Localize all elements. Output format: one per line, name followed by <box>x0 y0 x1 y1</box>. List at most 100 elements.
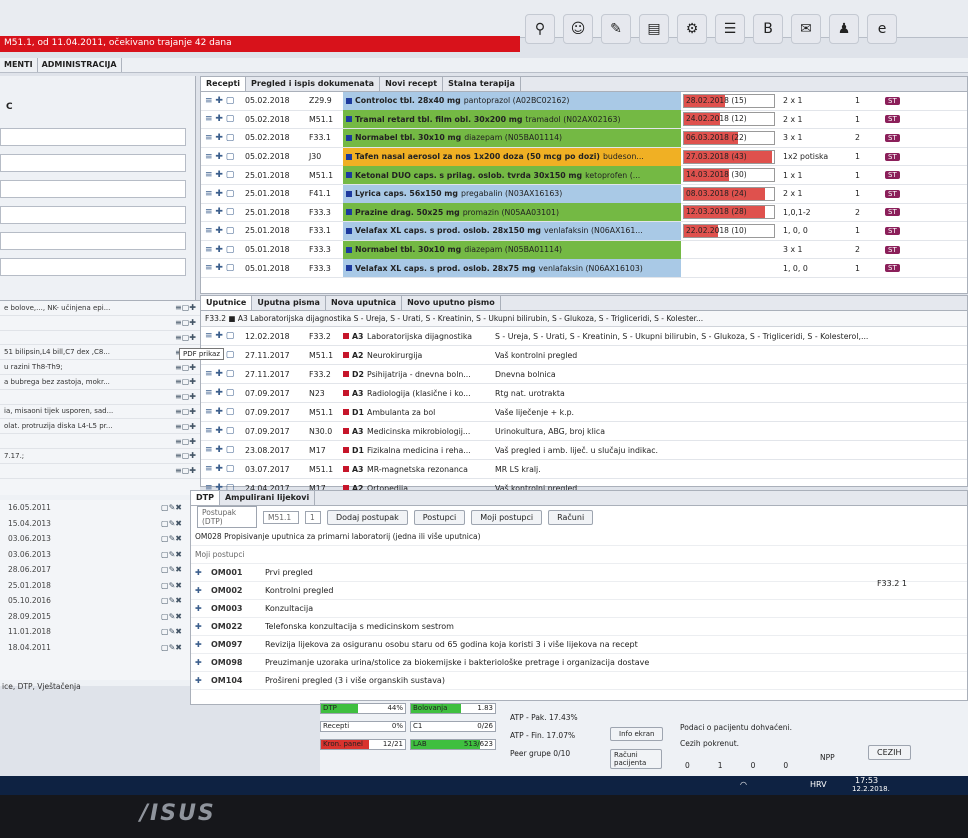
st-badge[interactable]: ST <box>885 152 900 161</box>
user-settings-icon[interactable]: ⚙ <box>677 14 707 44</box>
menu-item-administracija[interactable]: ADMINISTRACIJA <box>38 58 122 72</box>
row-actions-icon[interactable]: ≡▢✚ <box>175 318 196 327</box>
add-procedure-button[interactable]: Dodaj postupak <box>327 509 408 525</box>
left-field-3[interactable] <box>0 180 186 198</box>
clock-time[interactable]: 17:53 <box>855 776 878 785</box>
referral-row[interactable]: ≡ ✚ ▢ 07.09.2017 N23 A3 Radiologija (klasičn… <box>201 384 967 403</box>
left-field-6[interactable] <box>0 258 186 276</box>
row-actions-icon[interactable]: ≡▢✚ <box>175 303 196 312</box>
row-actions-icon[interactable]: ≡▢✚ <box>175 451 196 460</box>
tab-novi-recept[interactable]: Novi recept <box>380 77 444 91</box>
row-actions-icon[interactable]: ≡▢✚ <box>175 466 196 475</box>
my-procedures-button[interactable]: Moji postupci <box>471 509 543 525</box>
prescription-actions-icon[interactable]: ≡ ✚ ▢ <box>201 207 245 217</box>
procedure-row[interactable]: ✚ OM104 Prošireni pregled (3 i više organs… <box>191 672 967 690</box>
anamnesis-row[interactable]: ≡▢✚ <box>0 331 200 346</box>
tab-recepti[interactable]: Recepti <box>201 77 247 91</box>
tab-dtp[interactable]: DTP <box>191 491 220 505</box>
prescription-row[interactable]: ≡ ✚ ▢ 05.02.2018 M51.1 Tramal retard tbl. f… <box>201 110 967 130</box>
st-badge[interactable]: ST <box>885 226 900 235</box>
om028-row[interactable]: OM028 Propisivanje uputnica za primarni … <box>191 528 967 546</box>
patient-invoices-button[interactable]: Računi pacijenta <box>610 749 662 769</box>
visit-actions-icon[interactable]: ▢✎✖ <box>161 519 182 528</box>
info-screen-button[interactable]: Info ekran <box>610 727 664 741</box>
tab-uputna-pisma[interactable]: Uputna pisma <box>252 296 326 310</box>
prescription-actions-icon[interactable]: ≡ ✚ ▢ <box>201 96 245 106</box>
visit-date-row[interactable]: 25.01.2018 ▢✎✖ <box>0 578 190 594</box>
prescription-row[interactable]: ≡ ✚ ▢ 05.01.2018 F33.3 Normabel tbl. 30x10 … <box>201 240 967 260</box>
procedure-row[interactable]: ✚ OM003 Konzultacija <box>191 600 967 618</box>
st-badge[interactable]: ST <box>885 189 900 198</box>
row-actions-icon[interactable]: ≡▢✚ <box>175 422 196 431</box>
referral-actions-icon[interactable]: ≡ ✚ ▢ <box>201 464 245 474</box>
language-indicator[interactable]: HRV <box>810 780 827 789</box>
row-actions-icon[interactable]: ≡▢✚ <box>175 363 196 372</box>
left-field-1[interactable] <box>0 128 186 146</box>
person-icon[interactable]: ♟ <box>829 14 859 44</box>
cezih-button[interactable]: CEZIH <box>868 745 911 760</box>
clock-date[interactable]: 12.2.2018. <box>852 785 890 793</box>
visit-actions-icon[interactable]: ▢✎✖ <box>161 565 182 574</box>
add-procedure-icon[interactable]: ✚ <box>195 622 211 631</box>
procedure-row[interactable]: ✚ OM002 Kontrolni pregled <box>191 582 967 600</box>
anamnesis-row[interactable]: 51 bilipsin,L4 bill,C7 dex ,C8...≡▢✚ <box>0 345 200 361</box>
visit-date-row[interactable]: 03.06.2013 ▢✎✖ <box>0 547 190 563</box>
prescription-row[interactable]: ≡ ✚ ▢ 25.01.2018 F33.1 Velafax XL caps. s p… <box>201 221 967 241</box>
procedure-row[interactable]: ✚ OM022 Telefonska konzultacija s medicins… <box>191 618 967 636</box>
postupak-input[interactable]: Postupak (DTP) <box>197 506 257 528</box>
referral-row[interactable]: ≡ ✚ ▢ 03.07.2017 M51.1 A3 MR-magnetska rezon… <box>201 460 967 479</box>
tab-uputnice[interactable]: Uputnice <box>201 296 253 310</box>
visit-date-row[interactable]: 16.05.2011 ▢✎✖ <box>0 500 190 516</box>
tab-ampulirani-lijekovi[interactable]: Ampulirani lijekovi <box>220 491 316 505</box>
visit-actions-icon[interactable]: ▢✎✖ <box>161 596 182 605</box>
visit-actions-icon[interactable]: ▢✎✖ <box>161 534 182 543</box>
anamnesis-row[interactable]: ≡▢✚ <box>0 434 200 449</box>
add-procedure-icon[interactable]: ✚ <box>195 676 211 685</box>
visit-actions-icon[interactable]: ▢✎✖ <box>161 581 182 590</box>
st-badge[interactable]: ST <box>885 115 900 124</box>
prescription-actions-icon[interactable]: ≡ ✚ ▢ <box>201 152 245 162</box>
anamnesis-row[interactable]: ia, misaoni tijek usporen, sad... ≡▢✚ <box>0 405 200 420</box>
prescription-actions-icon[interactable]: ≡ ✚ ▢ <box>201 189 245 199</box>
row-actions-icon[interactable]: ≡▢✚ <box>175 392 196 401</box>
visit-date-row[interactable]: 11.01.2018 ▢✎✖ <box>0 624 190 640</box>
referral-actions-icon[interactable]: ≡ ✚ ▢ <box>201 445 245 455</box>
tab-pregled-ispis[interactable]: Pregled i ispis dokumenata <box>246 77 381 91</box>
referral-row[interactable]: ≡ ✚ ▢ 23.08.2017 M17 D1 Fizikalna medicina i… <box>201 441 967 460</box>
prescription-actions-icon[interactable]: ≡ ✚ ▢ <box>201 114 245 124</box>
st-badge[interactable]: ST <box>885 208 900 217</box>
procedure-row[interactable]: ✚ OM097 Revizija lijekova za osiguranu oso… <box>191 636 967 654</box>
row-actions-icon[interactable]: ≡▢✚ <box>175 407 196 416</box>
procedure-row[interactable]: ✚ OM001 Prvi pregled <box>191 564 967 582</box>
prescription-row[interactable]: ≡ ✚ ▢ 05.02.2018 F33.1 Normabel tbl. 30x10 … <box>201 128 967 148</box>
st-badge[interactable]: ST <box>885 245 900 254</box>
anamnesis-row[interactable]: ≡▢✚ <box>0 316 200 331</box>
prescription-row[interactable]: ≡ ✚ ▢ 25.01.2018 F33.3 Prazine drag. 50x25 … <box>201 203 967 223</box>
anamnesis-row[interactable]: ≡▢✚ <box>0 464 200 479</box>
visit-date-row[interactable]: 18.04.2011 ▢✎✖ <box>0 640 190 656</box>
prescription-actions-icon[interactable]: ≡ ✚ ▢ <box>201 263 245 273</box>
referral-row[interactable]: ≡ ✚ ▢ 07.09.2017 N30.0 A3 Medicinska mikrobi… <box>201 422 967 441</box>
prescription-actions-icon[interactable]: ≡ ✚ ▢ <box>201 170 245 180</box>
visit-date-row[interactable]: 28.06.2017 ▢✎✖ <box>0 562 190 578</box>
visit-date-row[interactable]: 03.06.2013 ▢✎✖ <box>0 531 190 547</box>
prescription-row[interactable]: ≡ ✚ ▢ 25.01.2018 F41.1 Lyrica caps. 56x150 … <box>201 184 967 204</box>
tab-stalna-terapija[interactable]: Stalna terapija <box>443 77 521 91</box>
document-icon[interactable]: ▤ <box>639 14 669 44</box>
anamnesis-row[interactable]: u razini Th8-Th9; ≡▢✚ <box>0 360 200 375</box>
row-actions-icon[interactable]: ≡▢✚ <box>175 333 196 342</box>
menu-item-menti[interactable]: MENTI <box>0 58 38 72</box>
referral-actions-icon[interactable]: ≡ ✚ ▢ <box>201 369 245 379</box>
referral-actions-icon[interactable]: ≡ ✚ ▢ <box>201 407 245 417</box>
qty-input[interactable]: 1 <box>305 510 321 524</box>
tab-novo-uputno-pismo[interactable]: Novo uputno pismo <box>402 296 501 310</box>
visit-actions-icon[interactable]: ▢✎✖ <box>161 627 182 636</box>
anamnesis-row[interactable]: ≡▢✚ <box>0 390 200 405</box>
search-person-icon[interactable]: ⚲ <box>525 14 555 44</box>
referral-row[interactable]: ≡ ✚ ▢27.11.2017M51.1A2NeurokirurgijaVaš … <box>201 346 967 365</box>
referral-actions-icon[interactable]: ≡ ✚ ▢ <box>201 388 245 398</box>
visit-actions-icon[interactable]: ▢✎✖ <box>161 643 182 652</box>
prescription-row[interactable]: ≡ ✚ ▢ 05.02.2018 J30 Tafen nasal aerosol za… <box>201 147 967 167</box>
left-field-4[interactable] <box>0 206 186 224</box>
anamnesis-row[interactable]: e bolove,..., NK- učinjena epi... ≡▢✚ <box>0 301 200 316</box>
